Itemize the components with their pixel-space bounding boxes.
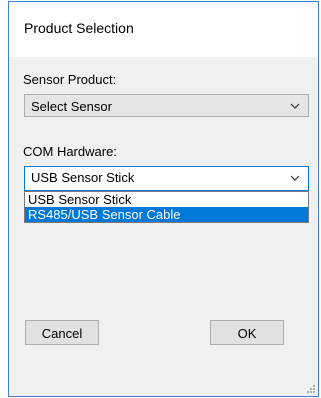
com-hardware-value: USB Sensor Stick [31,170,135,185]
com-hardware-label: COM Hardware: [23,144,117,159]
chevron-down-icon [290,175,300,181]
sensor-product-label: Sensor Product: [23,72,117,87]
dropdown-option-rs485-usb-sensor-cable[interactable]: RS485/USB Sensor Cable [25,207,308,222]
sensor-product-value: Select Sensor [31,99,112,114]
com-hardware-dropdown-list: USB Sensor Stick RS485/USB Sensor Cable [24,191,309,223]
title-bar: Product Selection [9,2,318,57]
resize-grip-icon[interactable] [306,384,316,394]
dropdown-option-usb-sensor-stick[interactable]: USB Sensor Stick [25,192,308,207]
com-hardware-select[interactable]: USB Sensor Stick [24,166,309,191]
sensor-product-select[interactable]: Select Sensor [24,94,309,117]
chevron-down-icon [290,103,300,109]
ok-button[interactable]: OK [210,320,284,345]
cancel-button[interactable]: Cancel [25,320,99,345]
product-selection-dialog: Product Selection Sensor Product: Select… [8,1,319,397]
window-title: Product Selection [24,20,134,36]
